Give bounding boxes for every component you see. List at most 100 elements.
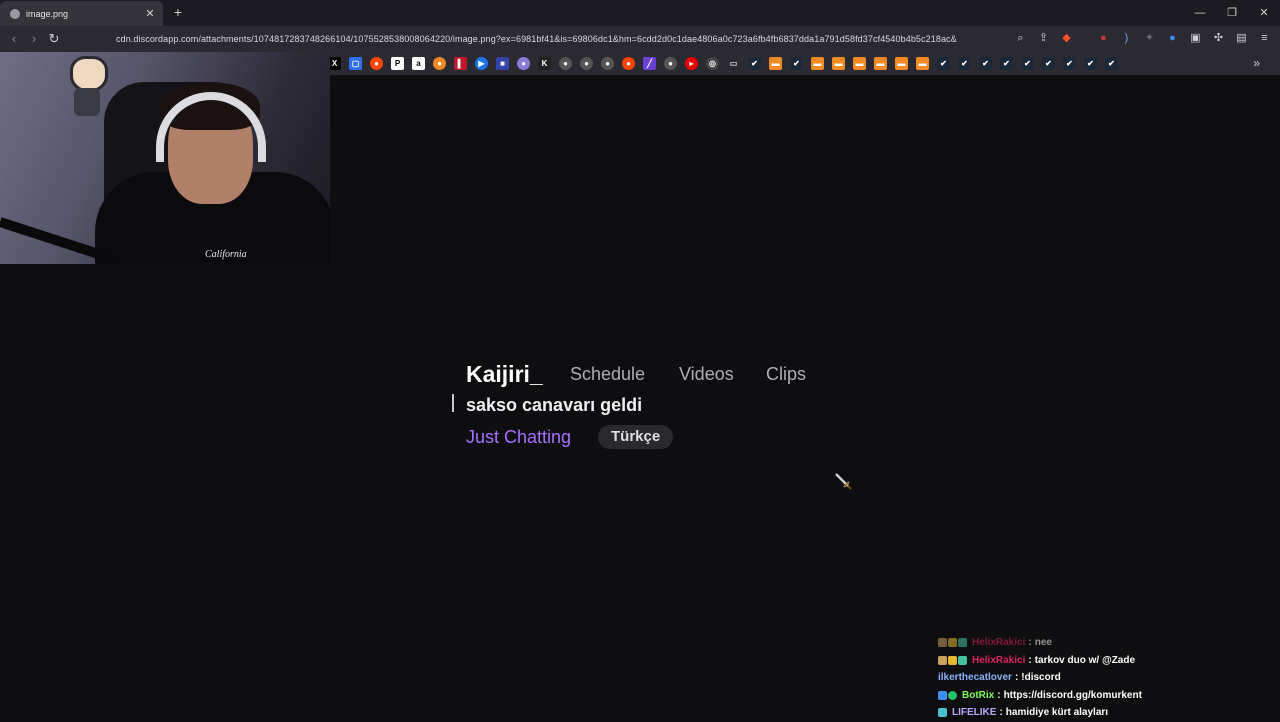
- language-tag[interactable]: Türkçe: [598, 425, 674, 449]
- extension-blue-icon[interactable]: ●: [1165, 31, 1180, 46]
- bookmark-icon[interactable]: ▬: [916, 57, 929, 70]
- sword-cursor-icon: [835, 473, 852, 490]
- bookmark-steam-icon[interactable]: ✔: [958, 57, 971, 70]
- badge-icon: [938, 638, 947, 648]
- close-window-icon[interactable]: ✕: [1248, 0, 1280, 26]
- address-bar[interactable]: cdn.discordapp.com/attachments/107481728…: [116, 34, 957, 44]
- bookmark-amazon-icon[interactable]: a: [412, 57, 425, 70]
- bookmark-steam-icon[interactable]: ✔: [979, 57, 992, 70]
- folder-icon[interactable]: ▭: [727, 57, 740, 70]
- chat-text: hamidiye kürt alayları: [1005, 707, 1109, 719]
- badge-icon: [948, 655, 957, 665]
- tab-title: image.png: [26, 8, 69, 19]
- globe-icon[interactable]: ●: [580, 57, 593, 70]
- browser-tab[interactable]: image.png ✕: [0, 1, 163, 26]
- chat-badges: [938, 638, 967, 648]
- globe-icon[interactable]: ●: [664, 57, 677, 70]
- chat-username: HelixRakici: [972, 637, 1026, 649]
- bookmark-icon[interactable]: ●: [517, 57, 530, 70]
- chat-message: HelixRakici : tarkov duo w/ @Zade: [938, 652, 1268, 670]
- bookmark-icon[interactable]: ▬: [895, 57, 908, 70]
- bookmark-steam-icon[interactable]: ✔: [1021, 57, 1034, 70]
- minimize-icon[interactable]: —: [1184, 0, 1216, 26]
- extension-badge-icon[interactable]: ▣: [1188, 31, 1203, 46]
- bookmark-icon[interactable]: ◎: [706, 57, 719, 70]
- bookmark-icon[interactable]: ■: [496, 57, 509, 70]
- bookmark-youtube-icon[interactable]: ▸: [685, 57, 698, 70]
- reload-icon[interactable]: ↻: [46, 31, 62, 47]
- avatar-sticker: [64, 56, 108, 122]
- bookmark-steam-icon[interactable]: ✔: [1000, 57, 1013, 70]
- chat-message: ilkerthecatlover : !discord: [938, 669, 1268, 687]
- channel-name[interactable]: Kaijiri_: [466, 361, 543, 388]
- bookmark-icon[interactable]: ▬: [853, 57, 866, 70]
- bookmark-steam-icon[interactable]: ✔: [1105, 57, 1118, 70]
- menu-icon[interactable]: ≡: [1257, 31, 1272, 46]
- bookmark-steam-icon[interactable]: ✔: [1063, 57, 1076, 70]
- bookmark-steam-icon[interactable]: ✔: [790, 57, 803, 70]
- bookmark-steam-icon[interactable]: ✔: [1084, 57, 1097, 70]
- back-icon[interactable]: ‹: [6, 31, 22, 47]
- shirt-text: California: [205, 249, 247, 260]
- bookmark-reddit-icon[interactable]: ●: [370, 57, 383, 70]
- bookmark-play-icon[interactable]: ▶: [475, 57, 488, 70]
- chat-separator: :: [997, 689, 1001, 701]
- bookmark-steam-icon[interactable]: ✔: [937, 57, 950, 70]
- bookmark-icon[interactable]: ▬: [832, 57, 845, 70]
- globe-icon: [10, 8, 20, 19]
- globe-icon[interactable]: ●: [601, 57, 614, 70]
- chat-message: HelixRakici : nee: [938, 634, 1268, 652]
- bookmark-steam-icon[interactable]: ✔: [748, 57, 761, 70]
- badge-icon: [948, 690, 957, 700]
- badge-icon: [958, 655, 967, 665]
- badge-icon: [948, 638, 957, 648]
- chat-badges: [938, 690, 957, 700]
- chat-username: ilkerthecatlover: [938, 672, 1012, 684]
- tab-clips[interactable]: Clips: [766, 364, 806, 385]
- chat-separator: :: [999, 707, 1003, 719]
- chat-badges: [938, 655, 967, 665]
- bookmark-p-icon[interactable]: P: [391, 57, 404, 70]
- webcam-overlay: California: [0, 52, 330, 264]
- badge-icon: [938, 708, 947, 718]
- tab-close-button[interactable]: ✕: [143, 7, 157, 20]
- brave-shield-icon[interactable]: ◆: [1059, 31, 1074, 46]
- restore-icon[interactable]: ❐: [1216, 0, 1248, 26]
- bookmark-icon[interactable]: ▌: [454, 57, 467, 70]
- chat-separator: :: [1028, 637, 1032, 649]
- chat-username: HelixRakici: [972, 654, 1026, 666]
- globe-icon[interactable]: ●: [559, 57, 572, 70]
- bookmark-icon[interactable]: ▬: [769, 57, 782, 70]
- browser-nav-bar: ‹ › ↻ cdn.discordapp.com/attachments/107…: [0, 26, 1280, 53]
- browser-tab-bar: image.png ✕ + — ❐ ✕: [0, 0, 1280, 26]
- category-link[interactable]: Just Chatting: [466, 427, 571, 448]
- read-aloud-icon[interactable]: ): [1119, 31, 1134, 46]
- sidebar-icon[interactable]: ▤: [1234, 31, 1249, 46]
- tab-schedule[interactable]: Schedule: [570, 364, 645, 385]
- bookmark-kick-icon[interactable]: K: [538, 57, 551, 70]
- puzzle-icon[interactable]: ✣: [1211, 31, 1226, 46]
- more-bookmarks-icon[interactable]: »: [1253, 56, 1260, 70]
- bookmark-icon[interactable]: ▬: [874, 57, 887, 70]
- chat-text: tarkov duo w/ @Zade: [1034, 654, 1136, 666]
- bookmark-icon[interactable]: ▬: [811, 57, 824, 70]
- bookmark-steam-icon[interactable]: ✔: [1042, 57, 1055, 70]
- new-tab-button[interactable]: +: [170, 4, 186, 20]
- chat-text: !discord: [1021, 672, 1061, 684]
- bookmark-reddit-icon[interactable]: ●: [622, 57, 635, 70]
- extension-icon[interactable]: ✦: [1142, 31, 1157, 46]
- zoom-icon[interactable]: ⌕: [1013, 31, 1028, 46]
- bookmark-icon[interactable]: ▢: [349, 57, 362, 70]
- bookmark-icon[interactable]: ╱: [643, 57, 656, 70]
- ublock-icon[interactable]: ●: [1096, 31, 1111, 46]
- chat-separator: :: [1014, 672, 1019, 684]
- badge-icon: [958, 638, 967, 648]
- channel-info: Kaijiri_ Schedule Videos Clips sakso can…: [452, 358, 852, 458]
- chat-username: LIFELIKE: [952, 707, 997, 719]
- bookmark-icon[interactable]: ●: [433, 57, 446, 70]
- share-icon[interactable]: ⇪: [1036, 31, 1051, 46]
- chat-separator: :: [1028, 654, 1032, 666]
- tab-videos[interactable]: Videos: [679, 364, 734, 385]
- chat-overlay: HelixRakici : nee HelixRakici : tarkov d…: [938, 634, 1268, 722]
- forward-icon[interactable]: ›: [26, 31, 42, 47]
